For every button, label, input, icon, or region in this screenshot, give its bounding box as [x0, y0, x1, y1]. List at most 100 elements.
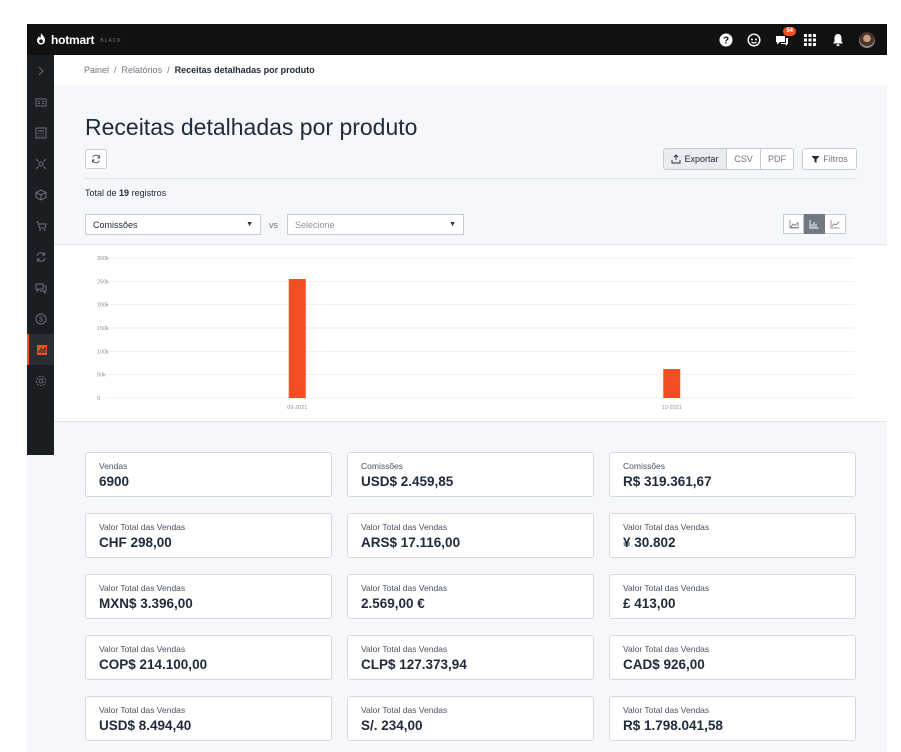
refresh-icon — [91, 154, 101, 164]
breadcrumb: Painel / Relatórios / Receitas detalhada… — [54, 55, 887, 85]
export-button-group: Exportar CSV PDF — [663, 148, 794, 170]
card-value: S/. 234,00 — [361, 718, 423, 733]
export-label: Exportar — [684, 154, 719, 164]
summary-card: Valor Total das Vendas MXN$ 3.396,00 — [85, 574, 332, 619]
settings-icon — [35, 375, 46, 386]
sidebar-item-finance[interactable]: $ — [27, 303, 54, 334]
bar-chart-button[interactable] — [804, 214, 825, 234]
compare-select-placeholder: Selecione — [295, 219, 335, 230]
pdf-button[interactable]: PDF — [761, 148, 794, 170]
apps-grid-icon[interactable] — [803, 33, 817, 47]
sidebar-item-reports[interactable] — [27, 334, 54, 365]
y-tick-label: 150k — [97, 326, 109, 332]
money-icon: $ — [35, 313, 46, 324]
breadcrumb-separator: / — [167, 65, 170, 75]
logo[interactable]: hotmart BLACK — [35, 33, 122, 47]
refresh-button[interactable] — [85, 149, 107, 169]
summary-card: Valor Total das Vendas £ 413,00 — [609, 574, 856, 619]
help-icon[interactable]: ? — [719, 33, 733, 47]
card-value: CLP$ 127.373,94 — [361, 657, 467, 672]
summary-card: Valor Total das Vendas USD$ 8.494,40 — [85, 696, 332, 741]
card-label: Valor Total das Vendas — [623, 583, 710, 593]
summary-card: Valor Total das Vendas R$ 1.798.041,58 — [609, 696, 856, 741]
area-chart-icon — [789, 220, 798, 229]
product-box-icon — [35, 188, 46, 201]
app-frame: hotmart BLACK ? 54 $ Painel / Relatórios… — [27, 24, 887, 752]
vs-label: vs — [269, 220, 278, 230]
messages-icon — [35, 283, 46, 294]
sidebar-item-products[interactable] — [27, 179, 54, 210]
card-label: Vendas — [99, 461, 128, 471]
card-value: R$ 1.798.041,58 — [623, 718, 723, 733]
x-tick-label: 09-2021 — [287, 405, 307, 411]
notification-badge: 54 — [783, 26, 796, 36]
card-value: CAD$ 926,00 — [623, 657, 705, 672]
card-label: Valor Total das Vendas — [361, 705, 448, 715]
card-label: Valor Total das Vendas — [623, 705, 710, 715]
card-value: COP$ 214.100,00 — [99, 657, 208, 672]
breadcrumb-painel[interactable]: Painel — [84, 65, 109, 75]
chat-icon[interactable]: 54 — [775, 26, 796, 47]
avatar[interactable] — [859, 31, 875, 48]
export-button[interactable]: Exportar — [663, 148, 727, 170]
filters-button[interactable]: Filtros — [802, 148, 857, 170]
breadcrumb-relatorios[interactable]: Relatórios — [122, 65, 163, 75]
card-label: Comissões — [361, 461, 404, 471]
card-value: ARS$ 17.116,00 — [361, 535, 461, 550]
area-chart-button[interactable] — [783, 214, 804, 234]
metric-select[interactable]: Comissões ▼ — [85, 214, 261, 235]
card-label: Valor Total das Vendas — [99, 705, 186, 715]
y-tick-label: 50k — [97, 373, 106, 379]
card-value: ¥ 30.802 — [623, 535, 676, 550]
summary-card: Valor Total das Vendas S/. 234,00 — [347, 696, 594, 741]
line-chart-icon — [830, 220, 840, 229]
card-value: 6900 — [99, 474, 130, 489]
cart-icon — [35, 221, 47, 231]
bar-chart: 0 50k 100k 150k 200k 250k 300k 09-2021 10-2021 — [97, 256, 854, 411]
bell-icon[interactable] — [831, 33, 845, 47]
card-label: Valor Total das Vendas — [623, 522, 710, 532]
y-tick-label: 250k — [97, 279, 109, 285]
page-title: Receitas detalhadas por produto — [85, 114, 418, 140]
summary-card: Valor Total das Vendas ¥ 30.802 — [609, 513, 856, 558]
bar-10-2021[interactable] — [663, 369, 681, 398]
y-tick-label: 100k — [97, 349, 109, 355]
sidebar-expand-button[interactable] — [27, 55, 54, 86]
sidebar-item-sales[interactable] — [27, 210, 54, 241]
bar-chart-icon — [809, 220, 819, 229]
card-label: Valor Total das Vendas — [623, 644, 710, 654]
x-tick-label: 10-2021 — [662, 405, 682, 411]
summary-card: Valor Total das Vendas 2.569,00 € — [347, 574, 594, 619]
bar-09-2021[interactable] — [288, 279, 306, 398]
support-icon[interactable] — [747, 32, 761, 47]
card-label: Valor Total das Vendas — [361, 522, 448, 532]
summary-card: Valor Total das Vendas ARS$ 17.116,00 — [347, 513, 594, 558]
sidebar-item-dashboard[interactable] — [27, 86, 54, 117]
summary-card: Comissões R$ 319.361,67 — [609, 452, 856, 497]
svg-text:?: ? — [723, 35, 729, 46]
summary-card: Valor Total das Vendas CHF 298,00 — [85, 513, 332, 558]
chevron-right-icon — [38, 66, 44, 75]
card-value: USD$ 8.494,40 — [99, 718, 192, 733]
summary-card: Valor Total das Vendas COP$ 214.100,00 — [85, 635, 332, 680]
filters-label: Filtros — [823, 154, 848, 164]
sidebar-item-settings[interactable] — [27, 365, 54, 396]
sidebar-item-messages[interactable] — [27, 272, 54, 303]
sidebar-item-affiliates[interactable] — [27, 148, 54, 179]
summary-card: Valor Total das Vendas CAD$ 926,00 — [609, 635, 856, 680]
sidebar-item-recurrence[interactable] — [27, 241, 54, 272]
line-chart-button[interactable] — [825, 214, 846, 234]
card-value: R$ 319.361,67 — [623, 474, 712, 489]
logo-sub: BLACK — [100, 38, 122, 44]
dashboard-icon — [35, 98, 46, 106]
compare-select[interactable]: Selecione ▼ — [287, 214, 464, 235]
reports-icon — [36, 344, 47, 355]
logo-text: hotmart — [51, 32, 95, 47]
card-label: Valor Total das Vendas — [361, 644, 448, 654]
sidebar-item-calculator[interactable] — [27, 117, 54, 148]
sidebar: $ — [27, 55, 54, 455]
export-icon — [672, 154, 681, 164]
card-value: USD$ 2.459,85 — [361, 474, 454, 489]
csv-button[interactable]: CSV — [727, 148, 761, 170]
y-tick-label: 200k — [97, 303, 109, 309]
